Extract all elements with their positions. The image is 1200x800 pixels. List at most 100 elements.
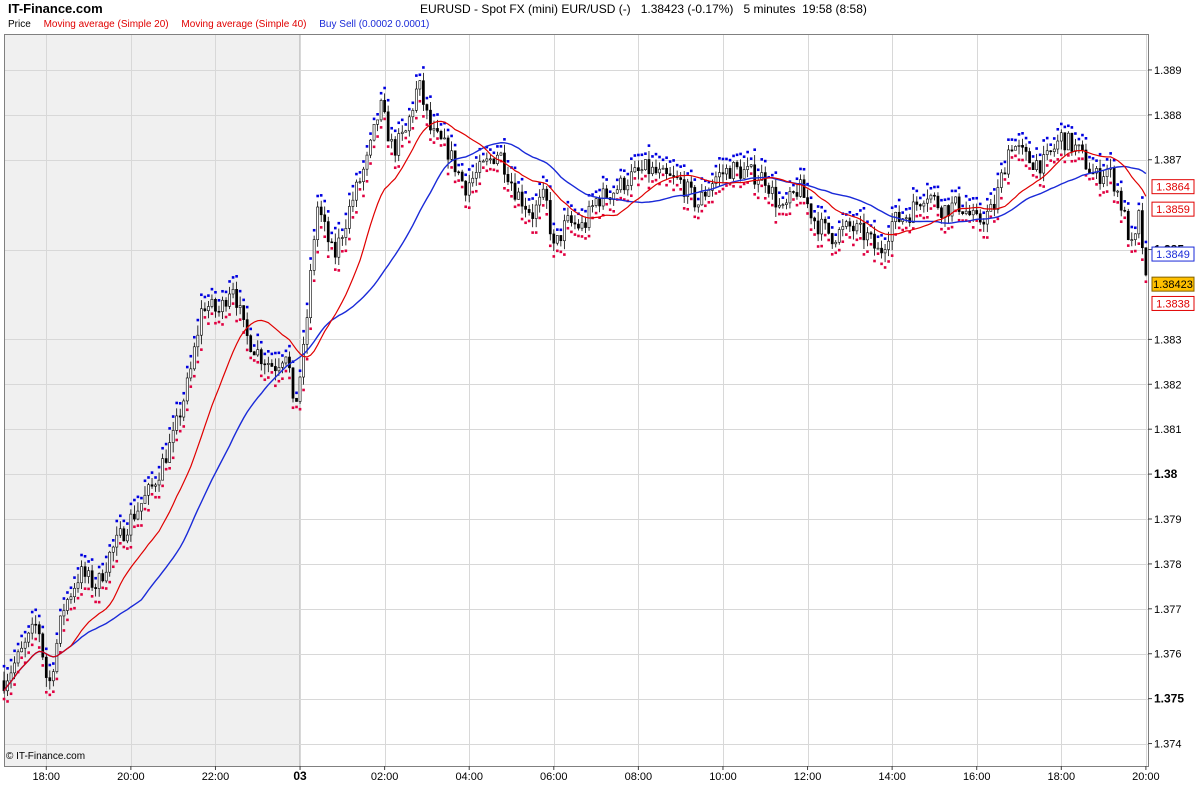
buy-dot [175, 401, 178, 405]
buy-dot [873, 219, 876, 223]
candle-body [464, 180, 468, 196]
sell-dot [228, 313, 231, 316]
x-axis: 18:00 20:00 22:00 03 02:00 04:00 06:00 08:00 10:… [33, 766, 1160, 783]
buy-dot [390, 126, 393, 130]
candle-body [781, 204, 785, 206]
buy-dot [348, 192, 351, 196]
candle-body [1021, 145, 1024, 148]
sell-dot [541, 204, 545, 207]
candle-body [573, 222, 577, 225]
candle-body [823, 218, 827, 224]
buy-dot [309, 257, 312, 260]
candle-body [429, 109, 432, 131]
sell-dot [467, 206, 471, 210]
sell-dot [742, 182, 746, 186]
buy-dot [471, 164, 475, 168]
sell-dot [249, 356, 253, 360]
candle-body [866, 232, 869, 241]
buy-dot [379, 91, 383, 95]
buy-dot [1123, 200, 1127, 203]
sell-dot [326, 255, 330, 258]
buy-dot [37, 614, 41, 618]
sell-dot [404, 136, 408, 140]
buy-dot [298, 369, 302, 373]
buy-dot [284, 349, 288, 353]
sell-dot [154, 495, 157, 499]
sell-dot [668, 180, 672, 183]
candle-body [534, 204, 538, 219]
buy-dot [859, 209, 862, 212]
buy-dot [467, 168, 471, 171]
buy-dot [926, 182, 929, 186]
candle-body [446, 137, 450, 160]
sell-dot [108, 580, 112, 584]
x-tick-label: 22:00 [202, 771, 230, 783]
candle-body [672, 175, 675, 177]
candle-body [1130, 239, 1134, 241]
sell-dot [996, 217, 1000, 221]
buy-dot [44, 647, 48, 651]
candle-body [189, 368, 193, 379]
buy-dot [1067, 124, 1070, 128]
buy-dot [1021, 132, 1024, 135]
candle-body [577, 223, 580, 229]
candle-body [210, 299, 214, 307]
sell-dot [545, 212, 549, 216]
sell-dot [577, 234, 580, 238]
candle-body [161, 458, 164, 481]
candle-body [386, 111, 390, 142]
candle-body [936, 195, 940, 209]
price-chart[interactable]: 1.374 1.375 1.376 1.377 1.378 1.379 1.38 1.381 1… [0, 0, 1200, 800]
sell-dot [513, 205, 517, 209]
candle-body [291, 367, 295, 399]
sell-dot [274, 384, 277, 388]
sell-dot [344, 249, 348, 253]
sell-dot [1010, 156, 1014, 159]
sell-dot [559, 250, 563, 254]
sell-dot [425, 123, 429, 126]
sell-dot [27, 651, 30, 654]
buy-dot [6, 667, 9, 670]
buy-dot [1074, 132, 1077, 135]
buy-dot [150, 471, 154, 474]
buy-dot [682, 164, 686, 167]
candle-body [700, 191, 704, 206]
sell-dot [926, 216, 929, 219]
buy-dot [1137, 202, 1141, 206]
sell-dot [756, 196, 760, 200]
buy-dot [714, 164, 718, 168]
candle-body [178, 415, 182, 418]
sell-dot [316, 250, 319, 254]
buy-dot [411, 101, 415, 105]
candle-body [1070, 132, 1074, 152]
candle-body [735, 162, 739, 168]
buy-dot [718, 157, 721, 160]
sell-dot [168, 466, 171, 470]
sell-dot [1074, 159, 1077, 163]
sell-dot [619, 196, 623, 200]
sell-dot [496, 169, 499, 173]
buy-dot [608, 190, 612, 194]
sell-dot [1021, 158, 1024, 162]
sell-dot [915, 214, 919, 218]
buy-dot [9, 658, 13, 662]
candle-body [739, 166, 742, 179]
candle-body [1052, 148, 1056, 153]
sell-dot [221, 323, 224, 326]
buy-dot [971, 197, 975, 200]
sell-dot [386, 145, 390, 148]
candle-body [897, 212, 901, 222]
candle-body [756, 180, 760, 185]
y-tick-label: 1.377 [1154, 604, 1182, 616]
candle-body [235, 289, 238, 308]
buy-dot [83, 555, 87, 558]
sell-dot [126, 547, 129, 550]
candle-body [453, 150, 457, 173]
candle-body [855, 223, 859, 232]
candle-body [859, 222, 862, 225]
buy-dot [679, 165, 682, 168]
candle-body [41, 633, 45, 658]
price-label-text: 1.3838 [1156, 298, 1190, 310]
buy-dot [492, 151, 496, 155]
candle-body [580, 222, 584, 229]
